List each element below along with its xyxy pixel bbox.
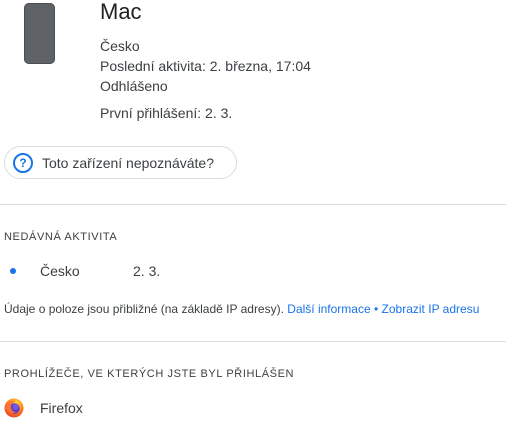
browser-name: Firefox [40, 400, 83, 416]
more-info-link[interactable]: Další informace [287, 302, 370, 316]
firefox-icon [4, 398, 24, 418]
help-icon: ? [13, 152, 33, 173]
show-ip-link[interactable]: Zobrazit IP adresu [382, 302, 480, 316]
device-last-activity: Poslední aktivita: 2. března, 17:04 [100, 58, 311, 74]
location-note: Údaje o poloze jsou přibližné (na základ… [4, 302, 284, 316]
unrecognized-device-button[interactable]: ? Toto zařízení nepoznáváte? [4, 146, 237, 179]
phone-device-icon [24, 3, 55, 64]
divider [0, 204, 506, 205]
device-status: Odhlášeno [100, 78, 168, 94]
activity-date: 2. 3. [133, 263, 161, 279]
browsers-heading: PROHLÍŽEČE, VE KTERÝCH JSTE BYL PŘIHLÁŠE… [4, 368, 295, 380]
divider [0, 341, 506, 342]
device-country: Česko [100, 38, 140, 54]
device-first-login: První přihlášení: 2. 3. [100, 105, 233, 121]
activity-bullet-icon [10, 268, 16, 274]
activity-country: Česko [40, 263, 80, 279]
device-name: Mac [100, 0, 142, 24]
location-note-row: Údaje o poloze jsou přibližné (na základ… [4, 302, 479, 316]
recent-activity-heading: NEDÁVNÁ AKTIVITA [4, 231, 118, 243]
unrecognized-device-label: Toto zařízení nepoznáváte? [42, 154, 215, 171]
link-separator: • [374, 302, 379, 316]
